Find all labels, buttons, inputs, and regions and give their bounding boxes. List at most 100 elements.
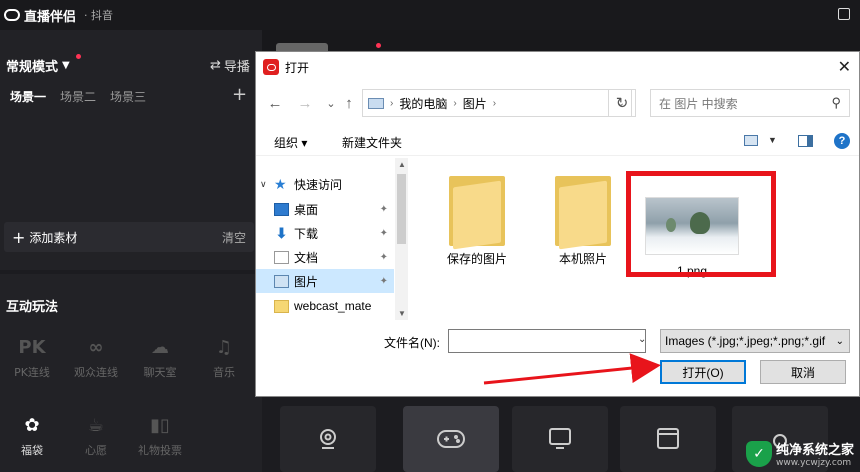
tool-lucky-bag[interactable]: ✿ 福袋 (0, 412, 64, 458)
pin-icon: ✦ (379, 227, 388, 239)
forward-button[interactable]: → (294, 92, 316, 114)
app-icon (263, 59, 279, 75)
chat-icon: ☁ (151, 336, 169, 358)
guide-button[interactable]: ⇄ 导播 (210, 56, 250, 75)
notification-dot (76, 54, 81, 59)
screen-button[interactable] (512, 406, 608, 472)
filename-row: 文件名(N): ⌄ Images (*.jpg;*.jpeg;*.png;*.g… (256, 328, 859, 354)
breadcrumb-computer[interactable]: 我的电脑 (399, 95, 447, 112)
tree-item-downloads[interactable]: ⬇ 下载 ✦ (256, 221, 394, 245)
scene-tabs: 场景一 场景二 场景三 (10, 88, 146, 105)
tree-item-documents[interactable]: 文档 ✦ (256, 245, 394, 269)
navigation-bar: ← → ⌄ ↑ › 我的电脑 › 图片 › ⌄ ↻ 在 图片 中搜索 ⚲ (256, 88, 859, 118)
folder-icon (555, 176, 611, 250)
plus-icon[interactable]: + (12, 228, 25, 247)
switch-icon: ⇄ (210, 58, 221, 73)
game-button[interactable] (403, 406, 499, 472)
tool-label: 聊天室 (143, 366, 177, 379)
tree-item-webcast-mate[interactable]: webcast_mate (256, 294, 394, 318)
tool-label: 音乐 (213, 366, 235, 379)
tool-wish[interactable]: ☕ 心愿 (64, 412, 128, 458)
address-bar[interactable]: › 我的电脑 › 图片 › ⌄ (362, 89, 632, 117)
add-material-bar: + 添加素材 清空 (4, 222, 254, 252)
clear-button[interactable]: 清空 (222, 229, 246, 246)
up-button[interactable]: ↑ (338, 92, 360, 114)
tab-scene-3[interactable]: 场景三 (110, 88, 146, 105)
caret-down-icon: ▼ (62, 60, 70, 71)
watermark: ✓ 纯净系统之家 www.ycwjzy.com (745, 439, 854, 468)
add-scene-icon[interactable]: + (232, 84, 247, 105)
monitor-icon (549, 428, 571, 449)
highlight-frame (626, 171, 776, 277)
file-item-saved-pictures[interactable]: 保存的图片 (422, 176, 532, 267)
expand-icon[interactable]: ∨ (260, 179, 274, 190)
organize-button[interactable]: 组织 ▾ (274, 134, 307, 151)
search-placeholder: 在 图片 中搜索 (659, 96, 738, 111)
chevron-down-icon: ⌄ (835, 336, 844, 347)
tool-music[interactable]: ♫ 音乐 (192, 334, 256, 380)
mode-selector[interactable]: 常规模式 ▼ (6, 56, 70, 75)
vote-icon: ▮▯ (150, 414, 170, 436)
tool-pk[interactable]: PK PK连线 (0, 334, 64, 380)
tool-audience-link[interactable]: ∞ 观众连线 (64, 334, 128, 380)
search-input[interactable]: 在 图片 中搜索 ⚲ (650, 89, 850, 117)
new-folder-button[interactable]: 新建文件夹 (342, 134, 402, 151)
navigation-pane: ∨ ★ 快速访问 桌面 ✦ ⬇ 下载 ✦ 文档 ✦ 图片 ✦ webcast_m… (256, 158, 408, 320)
chevron-down-icon[interactable]: ▼ (768, 135, 777, 145)
tool-gift-vote[interactable]: ▮▯ 礼物投票 (128, 412, 192, 458)
app-platform: · 抖音 (84, 9, 114, 22)
window-button[interactable] (620, 406, 716, 472)
open-button[interactable]: 打开(O) (660, 360, 746, 384)
tree-item-quick-access[interactable]: ∨ ★ 快速访问 (256, 172, 394, 196)
tree-item-label: 快速访问 (294, 177, 343, 192)
scroll-up-icon[interactable]: ▲ (398, 160, 406, 169)
close-icon[interactable]: ✕ (838, 57, 851, 77)
tree-item-desktop[interactable]: 桌面 ✦ (256, 197, 394, 221)
mode-label: 常规模式 (6, 60, 59, 75)
cancel-button[interactable]: 取消 (760, 360, 846, 384)
gamepad-icon (437, 430, 465, 448)
lucky-bag-icon: ✿ (24, 414, 40, 436)
pin-icon: ✦ (379, 203, 388, 215)
dialog-title: 打开 (285, 60, 310, 75)
watermark-url: www.ycwjzy.com (775, 458, 852, 468)
view-options-icon[interactable] (744, 135, 758, 146)
tab-scene-1[interactable]: 场景一 (10, 88, 46, 105)
tab-scene-2[interactable]: 场景二 (60, 88, 96, 105)
add-material-button[interactable]: 添加素材 (29, 229, 77, 246)
tree-item-label: 文档 (294, 250, 319, 265)
camera-button[interactable] (280, 406, 376, 472)
help-icon[interactable]: ? (834, 133, 850, 149)
stats-icon[interactable] (838, 8, 850, 20)
file-type-select[interactable]: Images (*.jpg;*.jpeg;*.png;*.gif ⌄ (660, 329, 850, 353)
chevron-right-icon: › (492, 97, 497, 109)
app-logo-icon (4, 9, 20, 21)
star-icon: ★ (274, 176, 287, 192)
tool-label: PK连线 (14, 366, 50, 379)
dialog-titlebar[interactable]: 打开 ✕ (256, 52, 859, 82)
interact-title: 互动玩法 (6, 300, 59, 315)
guide-label: 导播 (223, 60, 250, 75)
scroll-down-icon[interactable]: ▼ (398, 309, 406, 318)
chevron-right-icon: › (390, 97, 394, 109)
interact-panel: 互动玩法 PK PK连线 ∞ 观众连线 ☁ 聊天室 ♫ 音乐 ✿ 福袋 ☕ 心愿… (0, 270, 262, 472)
back-button[interactable]: ← (264, 92, 286, 114)
music-icon: ♫ (215, 336, 233, 358)
camera-icon (320, 429, 336, 449)
nav-scrollbar[interactable]: ▲ ▼ (395, 158, 408, 320)
tool-chatroom[interactable]: ☁ 聊天室 (128, 334, 192, 380)
refresh-button[interactable]: ↻ (608, 89, 636, 117)
file-item-camera-roll[interactable]: 本机照片 (528, 176, 638, 267)
filename-input[interactable] (448, 329, 646, 353)
file-name: 本机照片 (558, 252, 607, 266)
breadcrumb-pictures[interactable]: 图片 (463, 95, 487, 112)
chevron-down-icon[interactable]: ⌄ (638, 334, 646, 345)
chevron-right-icon: › (453, 97, 457, 109)
pin-icon: ✦ (379, 275, 388, 287)
preview-pane-icon[interactable] (798, 135, 813, 147)
pin-icon: ✦ (379, 251, 388, 263)
tool-label: 心愿 (85, 444, 107, 457)
scrollbar-thumb[interactable] (397, 174, 406, 244)
tree-item-pictures[interactable]: 图片 ✦ (256, 269, 394, 293)
watermark-title: 纯净系统之家 (775, 443, 854, 458)
